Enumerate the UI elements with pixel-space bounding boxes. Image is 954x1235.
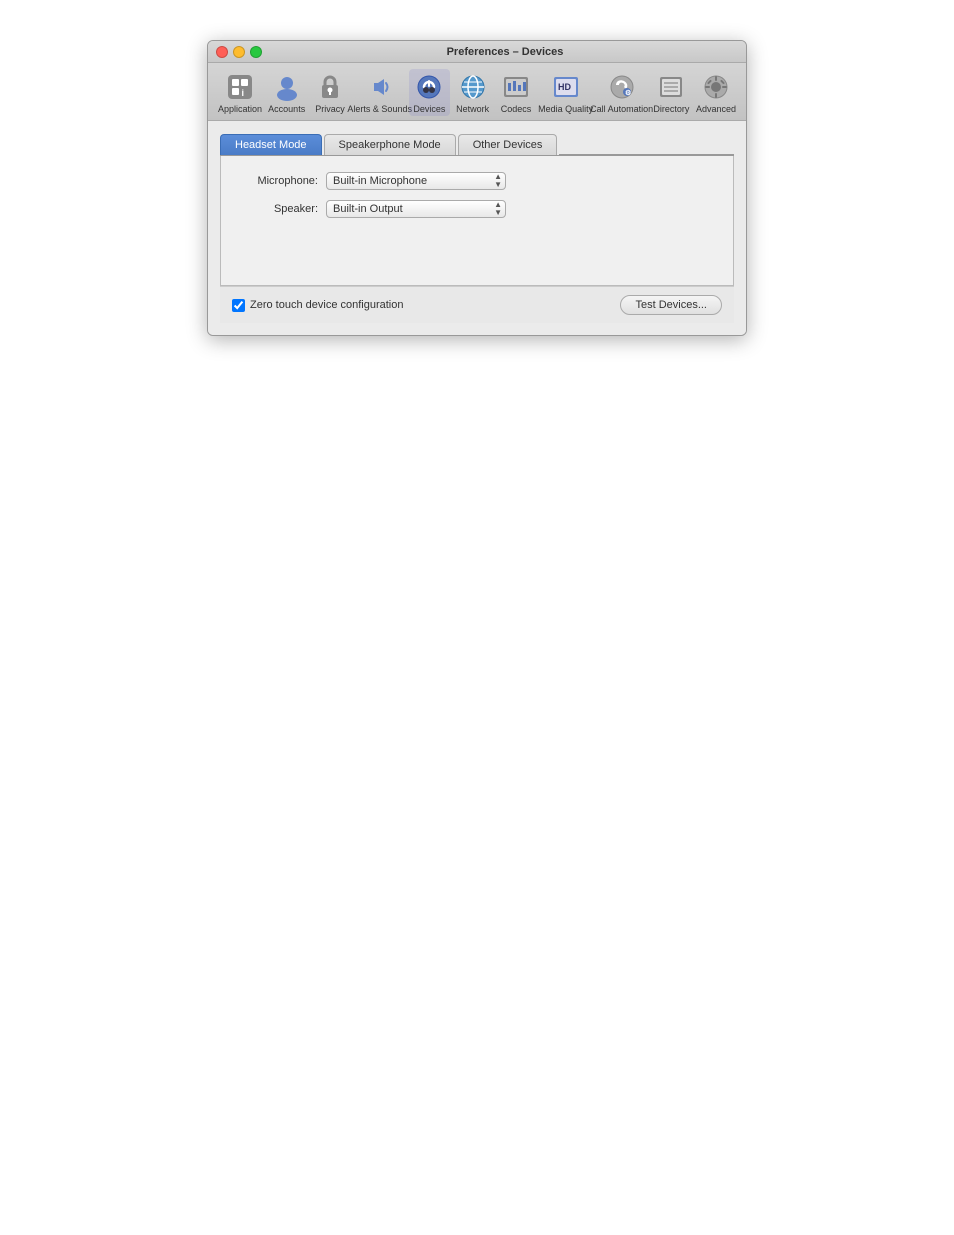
speaker-label: Speaker: bbox=[241, 203, 326, 215]
svg-text:i: i bbox=[242, 88, 245, 98]
privacy-icon bbox=[314, 71, 346, 103]
advanced-label: Advanced bbox=[696, 104, 736, 114]
speaker-row: Speaker: Built-in Output ▲▼ bbox=[241, 200, 713, 218]
toolbar-item-alerts-sounds[interactable]: Alerts & Sounds bbox=[353, 69, 407, 116]
media-quality-icon: HD bbox=[550, 71, 582, 103]
network-icon bbox=[457, 71, 489, 103]
zero-touch-label: Zero touch device configuration bbox=[250, 299, 403, 311]
alerts-sounds-icon bbox=[364, 71, 396, 103]
microphone-row: Microphone: Built-in Microphone ▲▼ bbox=[241, 172, 713, 190]
toolbar-item-application[interactable]: i Application bbox=[216, 69, 264, 116]
traffic-lights bbox=[216, 46, 262, 58]
content-area: Headset Mode Speakerphone Mode Other Dev… bbox=[208, 121, 746, 335]
toolbar-item-privacy[interactable]: Privacy bbox=[309, 69, 350, 116]
media-quality-label: Media Quality bbox=[538, 104, 593, 114]
toolbar-item-codecs[interactable]: Codecs bbox=[495, 69, 536, 116]
close-button[interactable] bbox=[216, 46, 228, 58]
test-devices-button[interactable]: Test Devices... bbox=[620, 295, 722, 315]
tab-filler bbox=[559, 133, 734, 155]
call-automation-label: Call Automation bbox=[590, 104, 653, 114]
microphone-select[interactable]: Built-in Microphone bbox=[326, 172, 506, 190]
codecs-icon bbox=[500, 71, 532, 103]
maximize-button[interactable] bbox=[250, 46, 262, 58]
svg-text:⚙: ⚙ bbox=[625, 89, 631, 97]
window-title: Preferences – Devices bbox=[272, 46, 738, 58]
tab-headset-mode[interactable]: Headset Mode bbox=[220, 134, 322, 155]
toolbar: i Application Accounts bbox=[208, 63, 746, 121]
call-automation-icon: ⚙ bbox=[606, 71, 638, 103]
toolbar-item-call-automation[interactable]: ⚙ Call Automation bbox=[595, 69, 649, 116]
toolbar-item-network[interactable]: Network bbox=[452, 69, 493, 116]
toolbar-item-directory[interactable]: Directory bbox=[651, 69, 692, 116]
headset-mode-panel: Microphone: Built-in Microphone ▲▼ Speak… bbox=[220, 156, 734, 286]
network-label: Network bbox=[456, 104, 489, 114]
accounts-icon bbox=[271, 71, 303, 103]
privacy-label: Privacy bbox=[315, 104, 345, 114]
devices-icon bbox=[413, 71, 445, 103]
directory-icon bbox=[655, 71, 687, 103]
zero-touch-checkbox[interactable] bbox=[232, 299, 245, 312]
toolbar-item-media-quality[interactable]: HD Media Quality bbox=[539, 69, 593, 116]
microphone-label: Microphone: bbox=[241, 175, 326, 187]
bottom-bar: Zero touch device configuration Test Dev… bbox=[220, 286, 734, 323]
toolbar-item-advanced[interactable]: Advanced bbox=[694, 69, 738, 116]
codecs-label: Codecs bbox=[501, 104, 532, 114]
microphone-select-wrapper: Built-in Microphone ▲▼ bbox=[326, 172, 506, 190]
directory-label: Directory bbox=[653, 104, 689, 114]
tab-bar: Headset Mode Speakerphone Mode Other Dev… bbox=[220, 133, 734, 156]
accounts-label: Accounts bbox=[268, 104, 305, 114]
title-bar: Preferences – Devices bbox=[208, 41, 746, 63]
alerts-sounds-label: Alerts & Sounds bbox=[347, 104, 412, 114]
speaker-select[interactable]: Built-in Output bbox=[326, 200, 506, 218]
devices-label: Devices bbox=[413, 104, 445, 114]
minimize-button[interactable] bbox=[233, 46, 245, 58]
svg-text:HD: HD bbox=[558, 82, 571, 92]
preferences-window: Preferences – Devices i Application bbox=[207, 40, 747, 336]
zero-touch-row: Zero touch device configuration bbox=[232, 299, 620, 312]
application-label: Application bbox=[218, 104, 262, 114]
toolbar-item-devices[interactable]: Devices bbox=[409, 69, 450, 116]
tab-speakerphone-mode[interactable]: Speakerphone Mode bbox=[324, 134, 456, 155]
speaker-select-wrapper: Built-in Output ▲▼ bbox=[326, 200, 506, 218]
application-icon: i bbox=[224, 71, 256, 103]
advanced-icon bbox=[700, 71, 732, 103]
tab-other-devices[interactable]: Other Devices bbox=[458, 134, 558, 155]
toolbar-item-accounts[interactable]: Accounts bbox=[266, 69, 307, 116]
